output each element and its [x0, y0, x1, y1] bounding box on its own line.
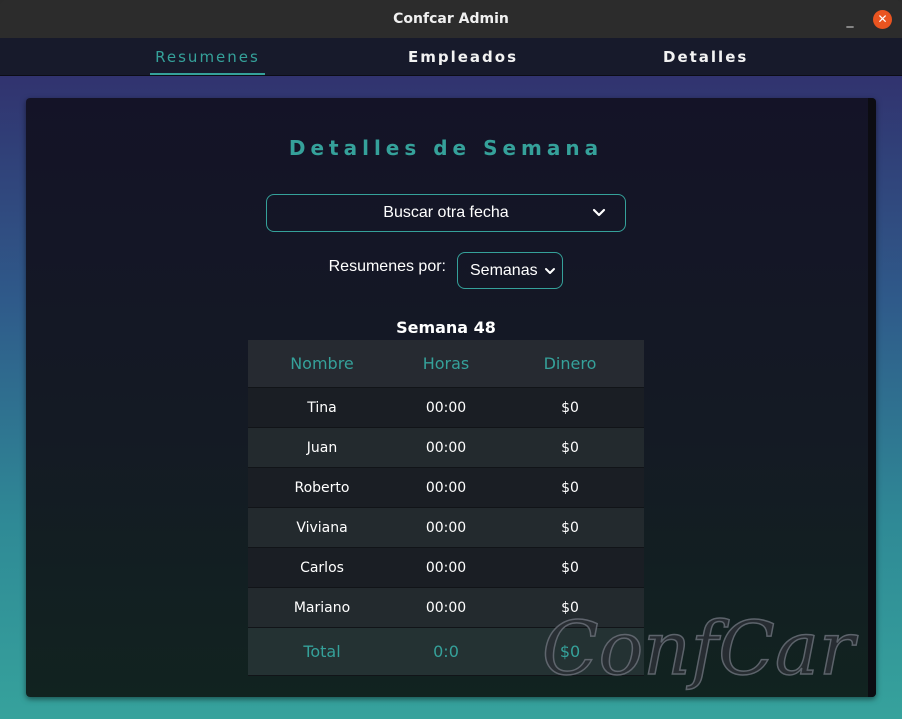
table-row: Mariano 00:00 $0 [248, 588, 644, 628]
employee-money: $0 [561, 599, 579, 616]
table-header: Nombre Horas Dinero [248, 340, 644, 388]
column-header-dinero: Dinero [543, 354, 597, 373]
summary-table: Nombre Horas Dinero Tina 00:00 $0 Juan 0… [248, 340, 644, 676]
employee-hours: 00:00 [425, 479, 467, 496]
date-picker-label: Buscar otra fecha [383, 204, 509, 221]
period-label: Resumenes por: [328, 258, 446, 275]
employee-hours: 00:00 [425, 399, 467, 416]
employee-hours: 00:00 [425, 439, 467, 456]
employee-money: $0 [561, 559, 579, 576]
table-row: Viviana 00:00 $0 [248, 508, 644, 548]
window-title: Confcar Admin [393, 11, 509, 27]
employee-hours: 00:00 [425, 519, 467, 536]
tab-empleados[interactable]: Empleados [408, 38, 516, 76]
table-row: Roberto 00:00 $0 [248, 468, 644, 508]
total-label: Total [303, 642, 341, 661]
close-button[interactable]: ✕ [873, 10, 892, 29]
employee-money: $0 [561, 479, 579, 496]
total-hours: 0:0 [433, 642, 459, 661]
employee-name: Juan [306, 439, 338, 456]
column-header-nombre: Nombre [290, 354, 354, 373]
employee-name: Tina [307, 399, 337, 416]
date-picker-dropdown[interactable]: Buscar otra fecha [266, 194, 626, 232]
chevron-down-icon [592, 208, 606, 217]
main-area: Detalles de Semana Buscar otra fecha Res… [0, 76, 902, 719]
employee-hours: 00:00 [425, 559, 467, 576]
period-select[interactable]: Semanas [457, 252, 563, 289]
tab-detalles[interactable]: Detalles [663, 38, 747, 76]
table-row: Carlos 00:00 $0 [248, 548, 644, 588]
employee-money: $0 [561, 519, 579, 536]
top-navbar: Resumenes Empleados Detalles [0, 38, 902, 76]
scrollbar[interactable] [868, 98, 876, 697]
employee-name: Carlos [300, 559, 344, 576]
week-title: Semana 48 [396, 318, 496, 337]
summary-panel: Detalles de Semana Buscar otra fecha Res… [26, 98, 876, 697]
employee-name: Mariano [293, 599, 351, 616]
minimize-button[interactable]: _ [840, 10, 860, 30]
period-value: Semanas [470, 261, 538, 279]
page-title: Detalles de Semana [288, 136, 604, 160]
employee-name: Viviana [296, 519, 348, 536]
table-row: Juan 00:00 $0 [248, 428, 644, 468]
employee-name: Roberto [294, 479, 350, 496]
employee-money: $0 [561, 399, 579, 416]
table-row: Tina 00:00 $0 [248, 388, 644, 428]
employee-hours: 00:00 [425, 599, 467, 616]
column-header-horas: Horas [422, 354, 470, 373]
window-titlebar: Confcar Admin _ ✕ [0, 0, 902, 38]
total-money: $0 [559, 642, 581, 661]
tab-resumenes[interactable]: Resumenes [150, 38, 265, 76]
employee-money: $0 [561, 439, 579, 456]
table-footer: Total 0:0 $0 [248, 628, 644, 676]
chevron-down-icon [545, 268, 555, 274]
